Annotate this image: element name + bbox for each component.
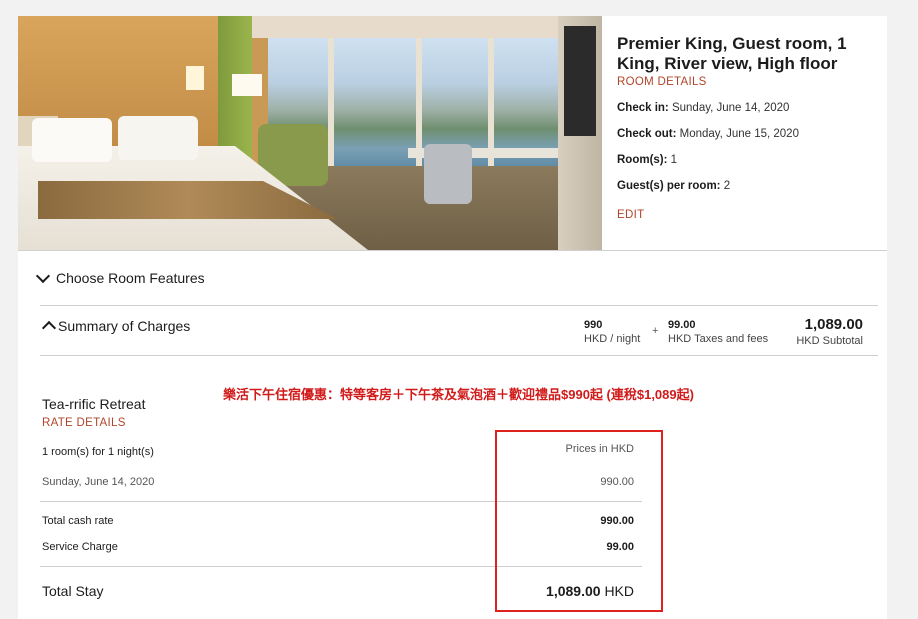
nightly-unit: HKD / night bbox=[584, 333, 641, 345]
rate-details-link[interactable]: RATE DETAILS bbox=[42, 417, 126, 429]
total-stay-label: Total Stay bbox=[42, 583, 104, 599]
chevron-up-icon bbox=[41, 320, 57, 336]
total-stay-value: 1,089.00 HKD bbox=[546, 583, 634, 599]
total-cash-value: 990.00 bbox=[600, 515, 634, 527]
divider bbox=[18, 250, 887, 251]
total-stay-amount: 1,089.00 bbox=[546, 583, 601, 599]
summary-of-charges-label: Summary of Charges bbox=[58, 318, 191, 334]
plus-sign: + bbox=[652, 325, 659, 337]
rooms-label: Room(s): bbox=[617, 154, 668, 166]
guests-value: 2 bbox=[723, 180, 731, 192]
check-out-label: Check out: bbox=[617, 128, 677, 140]
guests-row: Guest(s) per room: 2 bbox=[617, 180, 887, 192]
guests-label: Guest(s) per room: bbox=[617, 180, 721, 192]
nightly-amount: 990 bbox=[584, 319, 603, 331]
divider bbox=[40, 305, 878, 306]
summary-of-charges-toggle[interactable]: Summary of Charges bbox=[41, 318, 191, 336]
rate-name: Tea-rrific Retreat bbox=[42, 396, 146, 412]
reservation-card: Premier King, Guest room, 1 King, River … bbox=[18, 16, 887, 619]
stay-date-amount: 990.00 bbox=[600, 476, 634, 488]
taxes-amount: 99.00 bbox=[668, 319, 696, 331]
room-photo bbox=[18, 16, 602, 250]
room-details-link[interactable]: ROOM DETAILS bbox=[617, 76, 887, 88]
nightly-rate-summary: 990 HKD / night bbox=[584, 319, 640, 345]
subtotal-amount: 1,089.00 bbox=[804, 316, 863, 333]
rooms-nights-label: 1 room(s) for 1 night(s) bbox=[42, 446, 154, 458]
taxes-summary: 99.00 HKD Taxes and fees bbox=[668, 319, 768, 345]
promo-annotation: 樂活下午住宿優惠：特等客房＋下午茶及氣泡酒＋歡迎禮品$990起 (連稅$1,08… bbox=[223, 387, 694, 402]
rooms-row: Room(s): 1 bbox=[617, 154, 887, 166]
chevron-down-icon bbox=[35, 268, 51, 284]
choose-room-features-label: Choose Room Features bbox=[56, 270, 205, 286]
service-charge-value: 99.00 bbox=[606, 541, 634, 553]
divider bbox=[40, 566, 642, 567]
check-in-row: Check in: Sunday, June 14, 2020 bbox=[617, 102, 887, 114]
divider bbox=[40, 501, 642, 502]
check-in-value: Sunday, June 14, 2020 bbox=[671, 102, 790, 114]
check-in-label: Check in: bbox=[617, 102, 669, 114]
divider bbox=[40, 355, 878, 356]
choose-room-features-toggle[interactable]: Choose Room Features bbox=[35, 268, 205, 286]
subtotal-summary: 1,089.00 HKD Subtotal bbox=[792, 316, 863, 347]
subtotal-label: HKD Subtotal bbox=[796, 335, 863, 347]
total-cash-label: Total cash rate bbox=[42, 515, 114, 527]
rooms-value: 1 bbox=[670, 154, 678, 166]
room-title: Premier King, Guest room, 1 King, River … bbox=[617, 34, 847, 73]
stay-date: Sunday, June 14, 2020 bbox=[42, 476, 155, 488]
check-out-value: Monday, June 15, 2020 bbox=[679, 128, 799, 140]
room-info-panel: Premier King, Guest room, 1 King, River … bbox=[617, 34, 887, 221]
edit-link[interactable]: EDIT bbox=[617, 209, 887, 221]
check-out-row: Check out: Monday, June 15, 2020 bbox=[617, 128, 887, 140]
total-stay-currency: HKD bbox=[604, 583, 634, 599]
taxes-label: HKD Taxes and fees bbox=[668, 333, 769, 345]
prices-in-currency: Prices in HKD bbox=[565, 443, 634, 455]
service-charge-label: Service Charge bbox=[42, 541, 118, 553]
